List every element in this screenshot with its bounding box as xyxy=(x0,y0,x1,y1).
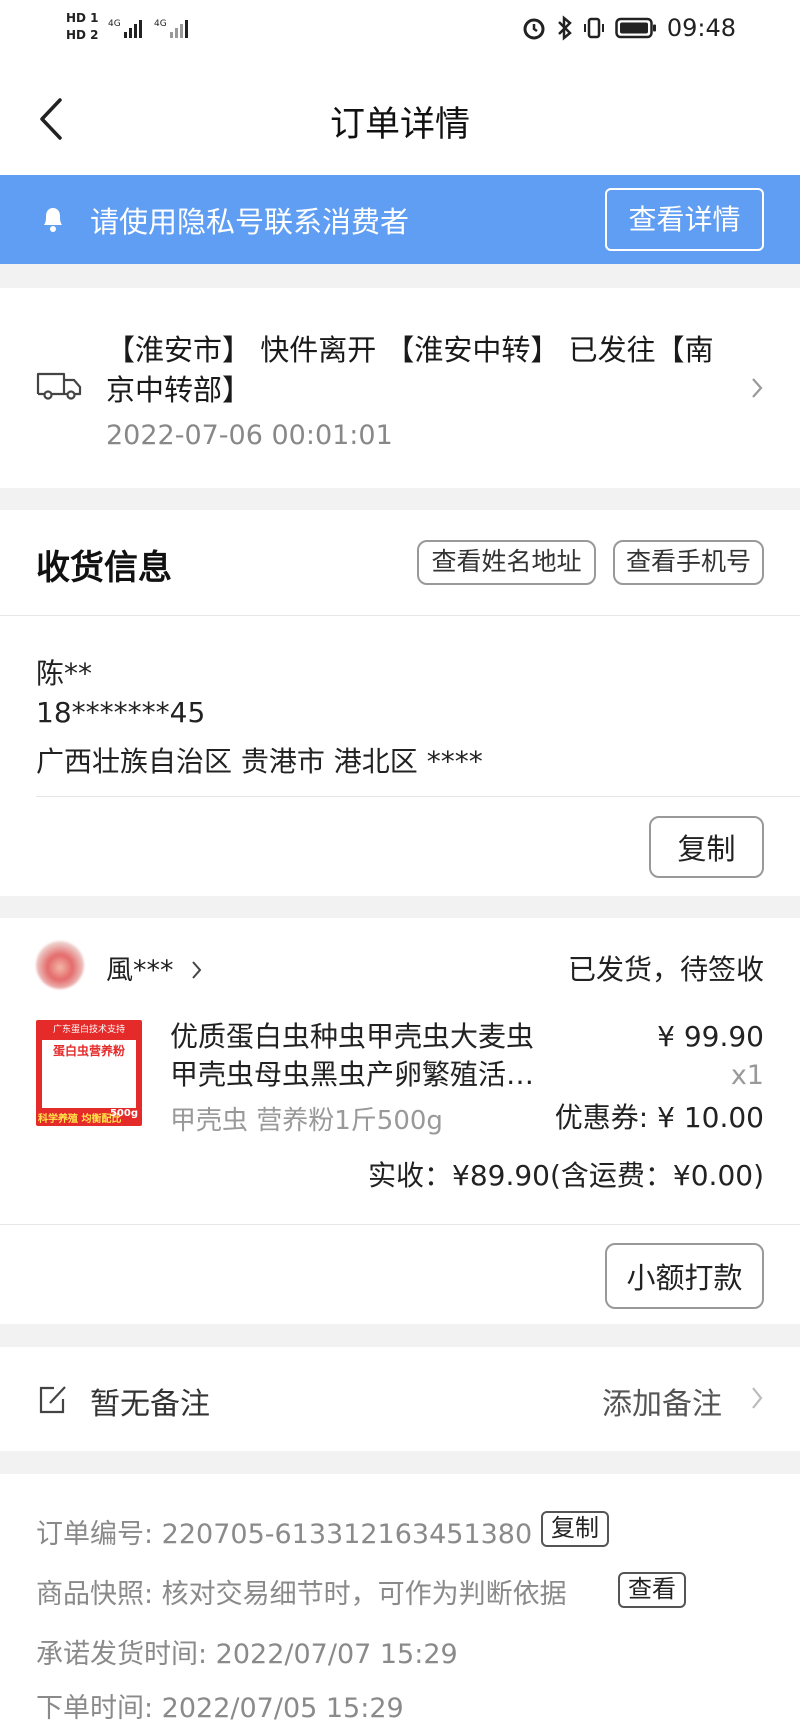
receiver-address: 广西壮族自治区 贵港市 港北区 **** xyxy=(36,745,483,778)
nav-header: 订单详情 xyxy=(0,58,800,175)
view-phone-button[interactable]: 查看手机号 xyxy=(613,540,764,585)
page-title: 订单详情 xyxy=(329,105,470,145)
chevron-right-icon xyxy=(192,961,202,979)
truck-icon xyxy=(36,368,82,402)
promised-ship-time: 承诺发货时间: 2022/07/07 15:29 xyxy=(36,1639,458,1670)
remark-empty-text: 暂无备注 xyxy=(90,1387,210,1422)
view-details-button[interactable]: 查看详情 xyxy=(605,188,764,251)
thumb-title: 蛋白虫营养粉 xyxy=(52,1044,125,1058)
signal-icon: 4G 4G xyxy=(108,14,198,48)
bluetooth-icon xyxy=(557,15,572,41)
battery-icon xyxy=(615,17,656,39)
shop-avatar xyxy=(36,941,84,989)
status-right: 09:48 xyxy=(521,14,736,42)
vibrate-icon xyxy=(583,17,604,39)
product-name[interactable]: 优质蛋白虫种虫甲壳虫大麦虫甲壳虫母虫黑虫产卵繁殖活… xyxy=(170,1018,560,1094)
snapshot-info: 商品快照: 核对交易细节时，可作为判断依据 xyxy=(36,1579,567,1610)
copy-address-button[interactable]: 复制 xyxy=(649,816,764,878)
product-price: ¥ 99.90 xyxy=(657,1020,764,1053)
order-item-card: 風*** 已发货，待签收 广东蛋白技术支持 蛋白虫营养粉 科学养殖 均衡配比 5… xyxy=(0,918,800,1324)
receiver-name: 陈** xyxy=(36,657,93,690)
bell-icon xyxy=(40,205,66,233)
shop-name[interactable]: 風*** xyxy=(106,948,204,987)
svg-text:4G: 4G xyxy=(154,19,167,29)
add-remark-link[interactable]: 添加备注 xyxy=(602,1379,722,1423)
product-spec: 甲壳虫 营养粉1斤500g xyxy=(170,1106,443,1136)
clock: 09:48 xyxy=(666,14,736,42)
divider xyxy=(36,796,800,797)
chevron-right-icon xyxy=(750,1385,764,1409)
alarm-icon xyxy=(523,18,545,40)
order-status: 已发货，待签收 xyxy=(567,953,764,986)
privacy-notice-banner: 请使用隐私号联系消费者 查看详情 xyxy=(0,175,800,264)
view-snapshot-button[interactable]: 查看 xyxy=(618,1572,686,1608)
sim2-label: HD 2 xyxy=(66,28,99,42)
sim-indicator: HD 1 HD 2 xyxy=(66,10,99,44)
thumb-weight: 500g xyxy=(109,1108,138,1119)
order-number: 订单编号: 220705-613312163451380 xyxy=(36,1519,533,1550)
order-time: 下单时间: 2022/07/05 15:29 xyxy=(36,1693,404,1724)
shop-name-label: 風*** xyxy=(106,955,174,986)
status-bar: HD 1 HD 2 4G 4G 09:48 xyxy=(0,0,800,58)
receiver-phone: 18*******45 xyxy=(36,696,206,729)
logistics-time: 2022-07-06 00:01:01 xyxy=(106,420,393,451)
sim1-label: HD 1 xyxy=(66,11,99,25)
divider xyxy=(0,1224,800,1225)
remark-row[interactable]: 暂无备注 添加备注 xyxy=(0,1347,800,1451)
logistics-card[interactable]: 【淮安市】 快件离开 【淮安中转】 已发往【南京中转部】 2022-07-06 … xyxy=(0,288,800,488)
thumb-caption: 广东蛋白技术支持 xyxy=(52,1025,125,1035)
receiver-card: 收货信息 查看姓名地址 查看手机号 陈** 18*******45 广西壮族自治… xyxy=(0,510,800,896)
edit-icon xyxy=(38,1383,68,1415)
svg-text:4G: 4G xyxy=(108,19,121,29)
notice-text: 请使用隐私号联系消费者 xyxy=(90,205,410,239)
product-quantity: x1 xyxy=(730,1060,764,1091)
order-info-card: 订单编号: 220705-613312163451380 复制 商品快照: 核对… xyxy=(0,1474,800,1733)
small-payment-button[interactable]: 小额打款 xyxy=(605,1243,764,1309)
view-name-address-button[interactable]: 查看姓名地址 xyxy=(417,540,596,585)
product-thumbnail[interactable]: 广东蛋白技术支持 蛋白虫营养粉 科学养殖 均衡配比 500g xyxy=(36,1020,142,1126)
paid-amount: 实收：¥89.90(含运费：¥0.00) xyxy=(368,1159,764,1192)
logistics-status: 【淮安市】 快件离开 【淮安中转】 已发往【南京中转部】 xyxy=(106,333,714,407)
divider xyxy=(0,615,800,616)
receiver-title: 收货信息 xyxy=(36,548,172,588)
thumb-slogan: 科学养殖 均衡配比 xyxy=(38,1114,122,1125)
coupon-amount: 优惠券: ¥ 10.00 xyxy=(554,1101,764,1134)
chevron-right-icon xyxy=(750,376,764,400)
copy-order-number-button[interactable]: 复制 xyxy=(541,1511,609,1547)
